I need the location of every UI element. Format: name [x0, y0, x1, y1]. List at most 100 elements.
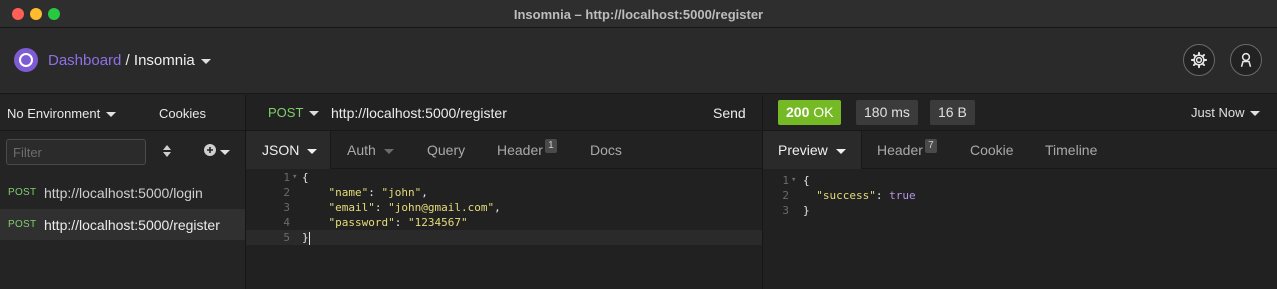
line-number: 2: [283, 186, 290, 199]
header-count-badge: 7: [924, 139, 937, 153]
line-number: 3: [782, 204, 789, 217]
window-title: Insomnia – http://localhost:5000/registe…: [513, 7, 764, 22]
tab-json[interactable]: JSON: [246, 131, 331, 169]
sidebar-request-login[interactable]: POST http://localhost:5000/login: [0, 177, 245, 208]
chevron-down-icon: [220, 149, 230, 155]
sidebar: No Environment Cookies POST http://local…: [0, 95, 246, 289]
sort-button[interactable]: [162, 145, 172, 160]
text-cursor: [308, 231, 310, 245]
tab-label: Header: [497, 142, 543, 158]
filter-row: [0, 131, 245, 175]
code-text: {: [302, 170, 309, 185]
code-line: 1 ▾ {: [246, 170, 762, 185]
workspace-dropdown[interactable]: Insomnia: [134, 52, 211, 69]
filter-input[interactable]: [6, 139, 146, 165]
brace: {: [803, 174, 810, 187]
tab-auth[interactable]: Auth: [347, 131, 394, 169]
workspace-label: Insomnia: [133, 52, 195, 69]
settings-button[interactable]: [1183, 44, 1215, 76]
cookies-button[interactable]: Cookies: [159, 106, 206, 121]
tab-label: Auth: [347, 142, 376, 158]
response-status-bar: 200 OK 180 ms 16 B Just Now: [763, 95, 1277, 131]
chevron-down-icon: [106, 112, 117, 118]
response-tabs: Preview Header 7 Cookie Timeline: [763, 131, 1277, 169]
json-value: "john": [381, 186, 422, 199]
chevron-down-icon: [1250, 111, 1261, 117]
line-number: 4: [283, 216, 290, 229]
request-method-badge: POST: [8, 187, 37, 198]
code-line: 4 "password": "1234567": [246, 215, 762, 230]
gear-icon: [1190, 51, 1208, 69]
fold-icon: ▾: [292, 172, 298, 182]
header-count-badge: 1: [544, 139, 557, 153]
brace: }: [302, 231, 309, 244]
app-header: Dashboard / Insomnia: [0, 28, 1277, 94]
code-line-current: 5 }: [246, 230, 762, 245]
tab-timeline[interactable]: Timeline: [1045, 131, 1097, 169]
brace: }: [803, 204, 810, 217]
tab-label: JSON: [262, 142, 300, 158]
sidebar-request-register[interactable]: POST http://localhost:5000/register: [0, 209, 245, 240]
json-key: "name": [328, 186, 369, 199]
status-code: 200: [786, 104, 810, 120]
dashboard-link[interactable]: Dashboard: [48, 52, 121, 69]
breadcrumb: Dashboard / Insomnia: [48, 52, 211, 69]
status-badge: 200 OK: [778, 100, 842, 125]
environment-row: No Environment Cookies: [0, 95, 245, 131]
url-input[interactable]: http://localhost:5000/register: [331, 105, 507, 121]
line-number: 5: [283, 231, 290, 244]
chevron-down-icon: [383, 148, 394, 154]
json-value: "john@gmail.com": [388, 201, 495, 214]
tab-header[interactable]: Header 1: [497, 131, 557, 169]
json-value: true: [889, 189, 916, 202]
code-text: }: [803, 203, 810, 218]
chevron-down-icon: [835, 148, 846, 154]
environment-label: No Environment: [7, 106, 101, 121]
code-text: "email": "john@gmail.com",: [328, 201, 501, 214]
request-body-editor[interactable]: 1 ▾ { 2 "name": "john", 3 "email": "john…: [246, 170, 762, 245]
code-text: {: [803, 173, 810, 188]
json-key: "success": [816, 189, 876, 202]
chevron-down-icon: [200, 58, 211, 64]
json-key: "email": [328, 201, 375, 214]
request-method-badge: POST: [8, 219, 37, 230]
response-body-viewer: 1 ▾ { 2 "success": true 3 }: [763, 173, 1277, 218]
json-trail: ,: [421, 186, 428, 199]
tab-query[interactable]: Query: [427, 131, 465, 169]
add-request-button[interactable]: [204, 143, 230, 159]
chevron-down-icon: [309, 111, 320, 117]
tab-response-header[interactable]: Header 7: [877, 131, 937, 169]
line-number: 1: [283, 171, 290, 184]
request-url: http://localhost:5000/register: [44, 217, 220, 233]
code-text: }: [302, 230, 310, 245]
json-key: "password": [328, 216, 395, 229]
http-method-label: POST: [268, 105, 304, 120]
request-pane: POST http://localhost:5000/register Send…: [246, 95, 763, 289]
line-number: 3: [283, 201, 290, 214]
code-text: "name": "john",: [328, 186, 428, 199]
environment-dropdown[interactable]: No Environment: [7, 106, 117, 121]
status-text: OK: [813, 104, 834, 120]
request-url: http://localhost:5000/login: [44, 185, 203, 201]
tab-docs[interactable]: Docs: [590, 131, 622, 169]
history-label: Just Now: [1191, 105, 1245, 120]
brace: {: [302, 171, 309, 184]
request-tabs: JSON Auth Query Header 1 Docs: [246, 131, 762, 169]
code-line: 2 "success": true: [763, 188, 1277, 203]
response-history-dropdown[interactable]: Just Now: [1191, 105, 1261, 120]
sort-icon: [163, 145, 171, 157]
plus-circle-icon: [204, 144, 216, 156]
account-button[interactable]: [1230, 44, 1262, 76]
tab-preview[interactable]: Preview: [763, 131, 862, 169]
tab-label: Preview: [778, 142, 828, 158]
tab-label: Header: [877, 142, 923, 158]
json-value: "1234567": [407, 216, 468, 229]
title-bar: Insomnia – http://localhost:5000/registe…: [0, 0, 1277, 28]
tab-cookie[interactable]: Cookie: [970, 131, 1014, 169]
url-bar: POST http://localhost:5000/register Send: [246, 95, 762, 131]
line-number: 2: [782, 189, 789, 202]
send-button[interactable]: Send: [713, 105, 746, 121]
response-time-badge: 180 ms: [856, 100, 918, 125]
line-number: 1: [782, 174, 789, 187]
http-method-dropdown[interactable]: POST: [268, 105, 320, 120]
